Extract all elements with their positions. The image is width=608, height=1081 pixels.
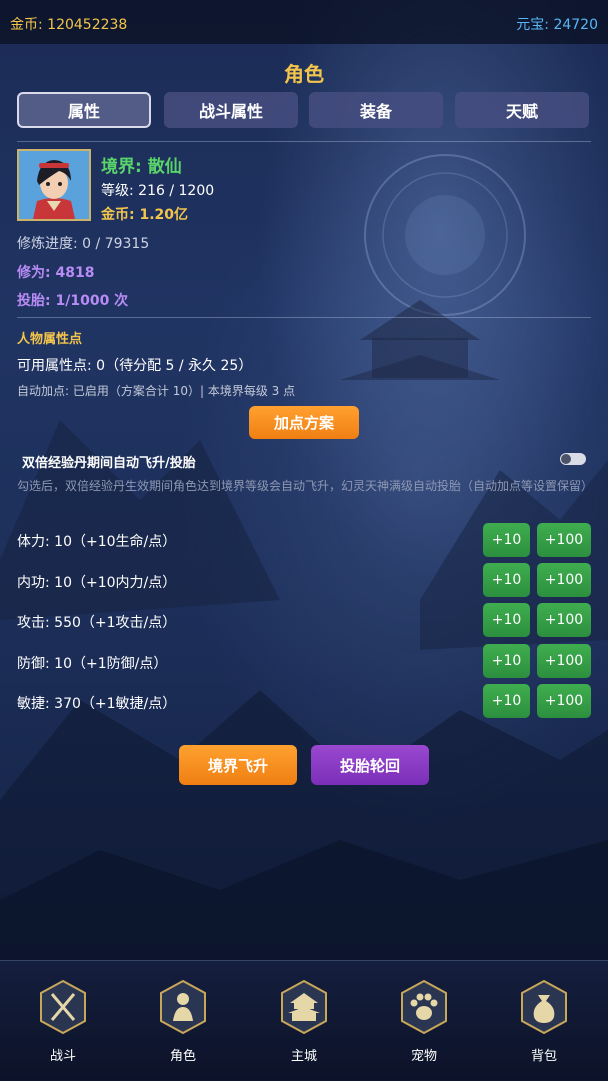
attribute-value: 370（+1敏捷/点） [54, 696, 177, 712]
xiuwei-value: 4818 [55, 265, 95, 281]
realm-line: 境界: 散仙 [101, 152, 182, 177]
divider [17, 141, 591, 142]
attribute-label: 攻击: [17, 615, 50, 631]
divider [17, 317, 591, 318]
auto-allocation-status: 自动加点: 已启用（方案合计 10）| 本境界每级 3 点 [17, 382, 295, 399]
add-100-button[interactable]: +100 [537, 644, 591, 678]
xiuwei-label: 修为: [17, 265, 51, 281]
available-points: 可用属性点: 0（待分配 5 / 永久 25） [17, 355, 252, 375]
nav-label: 背包 [530, 1049, 557, 1064]
nav-pet[interactable]: 宠物 [394, 979, 454, 1069]
paw-icon [401, 979, 447, 1035]
attribute-section-title: 人物属性点 [17, 332, 83, 347]
attribute-label: 防御: [17, 656, 50, 672]
profile-gold-value: 1.20亿 [139, 207, 189, 223]
yuanbao-label: 元宝: [516, 17, 549, 33]
tab-attributes[interactable]: 属性 [17, 92, 151, 128]
yuanbao-value: 24720 [553, 17, 598, 33]
nav-character[interactable]: 角色 [153, 979, 213, 1069]
gold-display: 金币: 120452238 [10, 14, 127, 34]
level-value: 216 / 1200 [138, 183, 215, 199]
pagoda-icon [281, 979, 327, 1035]
attribute-row-text: 攻击: 550（+1攻击/点） [17, 612, 176, 632]
realm-ascend-button[interactable]: 境界飞升 [179, 745, 297, 785]
realm-value: 散仙 [147, 157, 182, 177]
crossed-swords-icon [40, 979, 86, 1035]
bag-icon [521, 979, 567, 1035]
yuanbao-display: 元宝: 24720 [516, 14, 598, 34]
auto-allocation-label: 自动加点: [17, 384, 70, 398]
cultivation-progress-value: 0 / 79315 [82, 236, 150, 252]
nav-label: 宠物 [410, 1049, 437, 1064]
reincarnate-value: 1/1000 次 [55, 293, 129, 309]
add-100-button[interactable]: +100 [537, 603, 591, 637]
toggle-knob [561, 454, 571, 464]
tab-talent[interactable]: 天赋 [455, 92, 589, 128]
reincarnate-button[interactable]: 投胎轮回 [311, 745, 429, 785]
auto-ascend-toggle[interactable] [560, 453, 586, 465]
add-100-button[interactable]: +100 [537, 523, 591, 557]
reincarnate-line: 投胎: 1/1000 次 [17, 290, 128, 310]
reincarnate-label: 投胎: [17, 293, 51, 309]
add-100-button[interactable]: +100 [537, 563, 591, 597]
tab-bar: 属性 战斗属性 装备 天赋 [17, 92, 591, 130]
available-points-label: 可用属性点: [17, 358, 92, 374]
cultivation-progress-label: 修炼进度: [17, 236, 78, 252]
point-plan-button[interactable]: 加点方案 [249, 406, 359, 439]
auto-ascend-label: 双倍经验丹期间自动飞升/投胎 [22, 456, 196, 471]
add-10-button[interactable]: +10 [483, 523, 530, 557]
nav-battle[interactable]: 战斗 [33, 979, 93, 1069]
available-points-value: 0（待分配 5 / 永久 25） [96, 358, 253, 374]
attribute-row-text: 防御: 10（+1防御/点） [17, 653, 167, 673]
add-10-button[interactable]: +10 [483, 644, 530, 678]
cultivation-progress: 修炼进度: 0 / 79315 [17, 233, 149, 253]
tab-equipment[interactable]: 装备 [309, 92, 443, 128]
realm-label: 境界: [101, 157, 142, 177]
character-icon [160, 979, 206, 1035]
attribute-row-text: 体力: 10（+10生命/点） [17, 531, 176, 551]
add-100-button[interactable]: +100 [537, 684, 591, 718]
level-label: 等级: [101, 183, 134, 199]
attribute-value: 550（+1攻击/点） [54, 615, 177, 631]
auto-ascend-description: 勾选后，双倍经验丹生效期间角色达到境界等级会自动飞升，幻灵天神满级自动投胎（自动… [17, 479, 594, 493]
nav-bag[interactable]: 背包 [514, 979, 574, 1069]
gold-value: 120452238 [47, 17, 128, 33]
nav-label: 主城 [290, 1049, 317, 1064]
add-10-button[interactable]: +10 [483, 563, 530, 597]
attribute-row-text: 内功: 10（+10内力/点） [17, 572, 176, 592]
attribute-value: 10（+10生命/点） [54, 534, 177, 550]
avatar [17, 149, 91, 221]
character-portrait-icon [19, 151, 89, 219]
attribute-label: 敏捷: [17, 696, 50, 712]
attribute-value: 10（+10内力/点） [54, 575, 177, 591]
tab-battle-attributes[interactable]: 战斗属性 [164, 92, 298, 128]
xiuwei-line: 修为: 4818 [17, 262, 94, 282]
profile-gold-line: 金币: 1.20亿 [101, 204, 188, 224]
nav-label: 战斗 [49, 1049, 76, 1064]
level-line: 等级: 216 / 1200 [101, 180, 214, 200]
attribute-label: 体力: [17, 534, 50, 550]
attribute-label: 内功: [17, 575, 50, 591]
add-10-button[interactable]: +10 [483, 603, 530, 637]
page-title: 角色 [284, 62, 324, 86]
add-10-button[interactable]: +10 [483, 684, 530, 718]
profile-gold-label: 金币: [101, 207, 135, 223]
attribute-row-text: 敏捷: 370（+1敏捷/点） [17, 693, 176, 713]
attribute-value: 10（+1防御/点） [54, 656, 168, 672]
nav-label: 角色 [169, 1049, 196, 1064]
nav-main-city[interactable]: 主城 [274, 979, 334, 1069]
gold-label: 金币: [10, 17, 43, 33]
top-currency-bar: 金币: 120452238 元宝: 24720 [0, 0, 608, 44]
bottom-navigation: 战斗 角色 主城 宠物 背包 [0, 960, 608, 1081]
auto-allocation-value: 已启用（方案合计 10）| 本境界每级 3 点 [72, 384, 296, 398]
